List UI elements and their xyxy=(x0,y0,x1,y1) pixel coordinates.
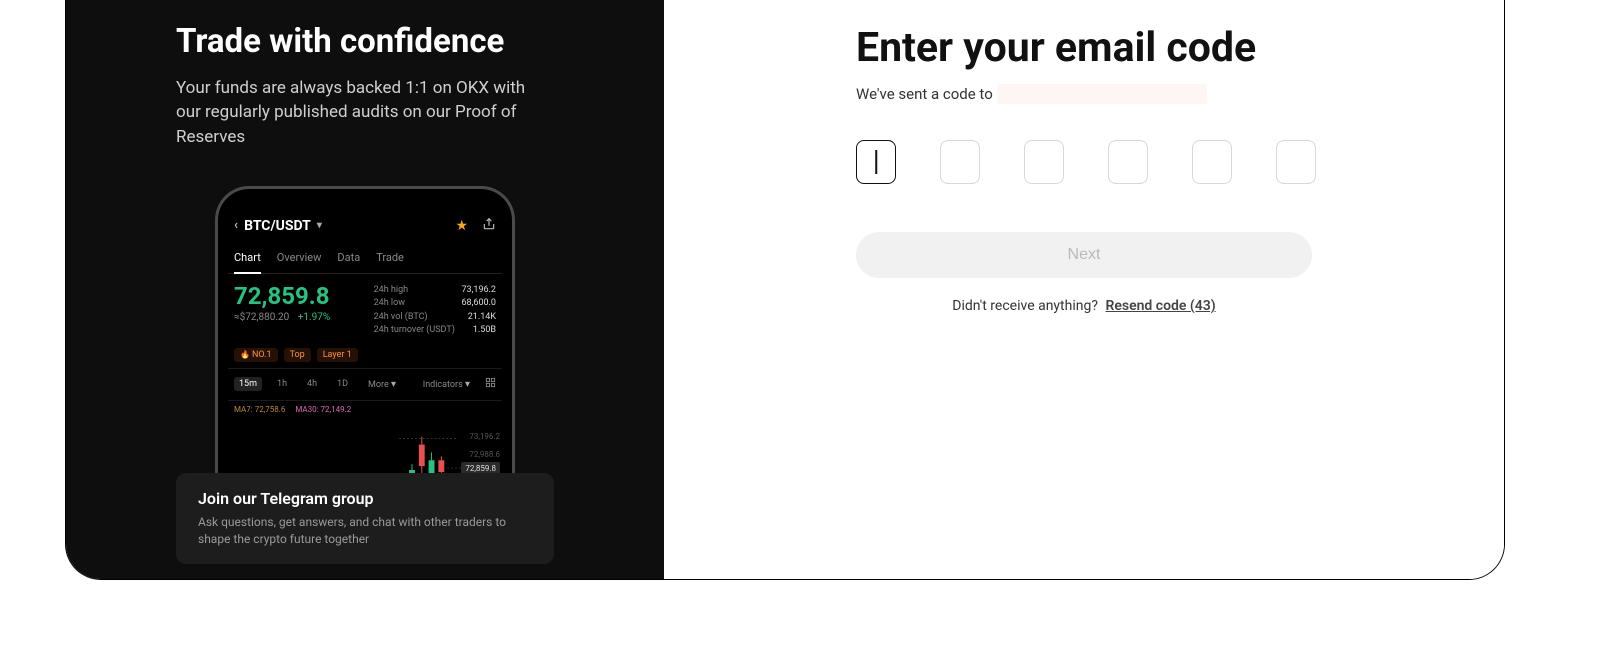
tf-more: More ▾ xyxy=(363,377,401,392)
tf-1h: 1h xyxy=(272,377,292,391)
tab-trade: Trade xyxy=(376,251,404,273)
stats-block: 24h high 73,196.2 24h low 68,600.0 24h vol… xyxy=(374,284,496,338)
badge-top: Top xyxy=(284,348,311,362)
chevron-left-icon: ‹ xyxy=(234,218,238,233)
badge-rank: NO.1 xyxy=(234,348,278,362)
share-icon xyxy=(482,217,496,235)
stat-value: 1.50B xyxy=(473,324,496,338)
signup-modal: Trade with confidence Your funds are alw… xyxy=(65,0,1505,580)
promo-subtitle: Your funds are always backed 1:1 on OKX … xyxy=(176,76,554,150)
resend-link[interactable]: Resend code (43) xyxy=(1105,298,1215,314)
otp-digit-6[interactable] xyxy=(1276,140,1316,184)
caret-down-icon: ▾ xyxy=(317,220,322,231)
telegram-title: Join our Telegram group xyxy=(198,489,532,508)
tab-data: Data xyxy=(337,251,360,273)
pct-change: +1.97% xyxy=(298,312,331,323)
stat-label: 24h low xyxy=(374,297,405,311)
settings-icon xyxy=(485,377,496,391)
tf-1d: 1D xyxy=(332,377,353,391)
promo-panel: Trade with confidence Your funds are alw… xyxy=(66,0,664,579)
indicators-menu: Indicators ▾ xyxy=(418,377,475,392)
stat-label: 24h high xyxy=(374,284,408,298)
stat-value: 68,600.0 xyxy=(462,297,497,311)
page-title: Enter your email code xyxy=(856,24,1504,72)
fiat-price: ≈$72,880.20 xyxy=(234,312,289,323)
verify-panel: Enter your email code We've sent a code … xyxy=(664,0,1504,579)
otp-digit-2[interactable] xyxy=(940,140,980,184)
current-price: 72,859.8 xyxy=(234,284,330,308)
pair-selector: ‹ BTC/USDT ▾ xyxy=(234,218,322,234)
next-button[interactable]: Next xyxy=(856,232,1312,278)
badge-layer: Layer 1 xyxy=(317,348,358,362)
stat-value: 21.14K xyxy=(468,311,496,325)
phone-mockup: ‹ BTC/USDT ▾ ★ Chart Overview Data xyxy=(215,186,515,521)
sent-message: We've sent a code to xyxy=(856,84,1504,104)
otp-digit-4[interactable] xyxy=(1108,140,1148,184)
otp-digit-5[interactable] xyxy=(1192,140,1232,184)
tab-overview: Overview xyxy=(277,251,322,273)
tab-chart: Chart xyxy=(234,251,261,274)
otp-digit-3[interactable] xyxy=(1024,140,1064,184)
redacted-email xyxy=(997,84,1207,104)
star-icon: ★ xyxy=(455,218,468,234)
ma30-value: MA30: 72,149.2 xyxy=(295,405,351,414)
pair-label: BTC/USDT xyxy=(244,218,311,234)
tf-4h: 4h xyxy=(302,377,322,391)
promo-title: Trade with confidence xyxy=(176,22,554,62)
stat-value: 73,196.2 xyxy=(462,284,497,298)
resend-prefix: Didn't receive anything? xyxy=(952,298,1098,314)
y-upper: 72,988.6 xyxy=(469,450,500,459)
telegram-subtitle: Ask questions, get answers, and chat wit… xyxy=(198,514,532,548)
stat-label: 24h turnover (USDT) xyxy=(374,324,455,338)
telegram-banner[interactable]: Join our Telegram group Ask questions, g… xyxy=(176,473,554,564)
otp-input-row xyxy=(856,140,1504,184)
ma7-value: MA7: 72,758.6 xyxy=(234,405,285,414)
tf-15m: 15m xyxy=(234,377,262,391)
y-high: 73,196.2 xyxy=(469,432,500,441)
stat-label: 24h vol (BTC) xyxy=(374,311,428,325)
phone-tabs: Chart Overview Data Trade xyxy=(228,247,502,274)
